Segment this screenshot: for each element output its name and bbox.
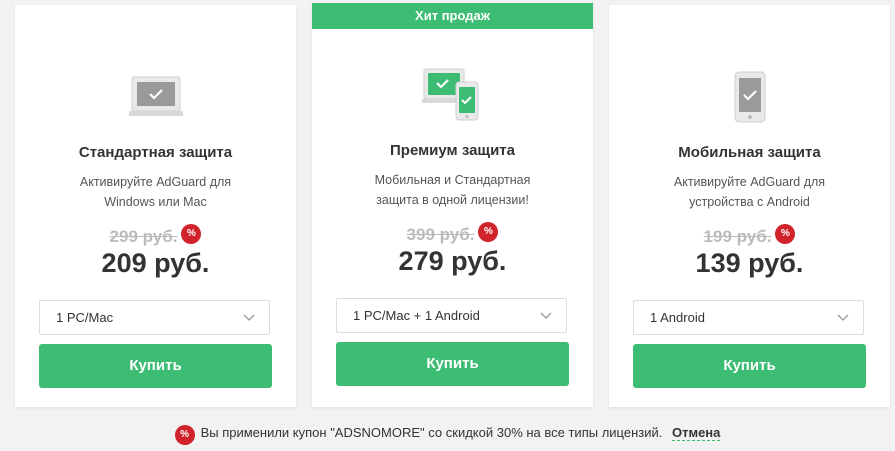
plan-card-standard: Стандартная защита Активируйте AdGuard д… xyxy=(15,5,296,407)
old-price-value: 199 руб. xyxy=(703,227,772,246)
old-price: 399 руб.% xyxy=(312,222,593,245)
plan-card-premium: Хит продаж Премиум защита Мобильная и Ст… xyxy=(312,3,593,407)
old-price: 199 руб.% xyxy=(609,224,890,247)
license-select-value: 1 PC/Mac xyxy=(56,310,114,325)
phone-icon xyxy=(609,67,890,127)
license-select[interactable]: 1 PC/Mac xyxy=(39,300,270,335)
chevron-down-icon xyxy=(540,312,552,319)
new-price: 279 руб. xyxy=(398,246,507,276)
plan-title: Мобильная защита xyxy=(678,144,821,161)
discount-badge-icon: % xyxy=(478,222,499,242)
coupon-text: Вы применили купон "ADSNOMORE" со скидко… xyxy=(200,425,663,440)
bestseller-ribbon: Хит продаж xyxy=(312,3,593,29)
license-select[interactable]: 1 Android xyxy=(633,300,864,335)
discount-badge-icon: % xyxy=(181,224,202,244)
plan-title: Стандартная защита xyxy=(78,144,233,161)
coupon-notice: % Вы применили купон "ADSNOMORE" со скидк… xyxy=(0,425,895,445)
laptop-and-phone-icon xyxy=(312,65,593,125)
discount-badge-icon: % xyxy=(174,425,195,445)
discount-badge-icon: % xyxy=(775,224,796,244)
buy-button[interactable]: Купить xyxy=(336,342,569,386)
plan-description: Активируйте AdGuard для устройства с And… xyxy=(673,175,826,209)
plan-card-mobile: Мобильная защита Активируйте AdGuard для… xyxy=(609,5,890,407)
license-select[interactable]: 1 PC/Mac + 1 Android xyxy=(336,298,567,333)
plan-description: Мобильная и Стандартная защита в одной л… xyxy=(374,173,531,207)
cancel-coupon-link[interactable]: Отмена xyxy=(671,425,721,441)
laptop-icon xyxy=(15,67,296,127)
chevron-down-icon xyxy=(837,314,849,321)
old-price-value: 299 руб. xyxy=(109,227,178,246)
plan-title: Премиум защита xyxy=(390,142,515,159)
buy-button[interactable]: Купить xyxy=(39,344,272,388)
plan-description: Активируйте AdGuard для Windows или Mac xyxy=(79,175,232,209)
old-price: 299 руб.% xyxy=(15,224,296,247)
chevron-down-icon xyxy=(243,314,255,321)
new-price: 209 руб. xyxy=(101,248,210,278)
new-price: 139 руб. xyxy=(695,248,804,278)
license-select-value: 1 PC/Mac + 1 Android xyxy=(353,308,480,323)
old-price-value: 399 руб. xyxy=(406,225,475,244)
buy-button[interactable]: Купить xyxy=(633,344,866,388)
license-select-value: 1 Android xyxy=(650,310,705,325)
